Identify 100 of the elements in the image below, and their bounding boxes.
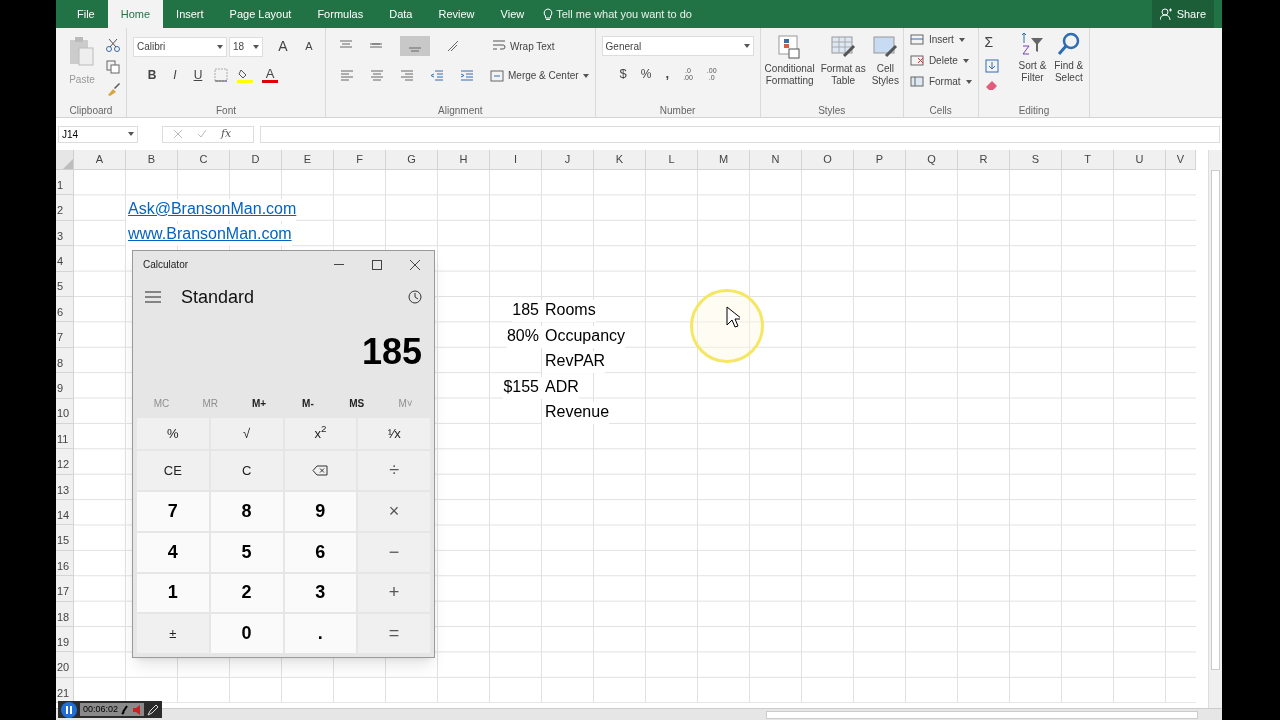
align-left-icon[interactable]: [340, 68, 354, 83]
column-header[interactable]: G: [386, 150, 438, 170]
row-header[interactable]: 18: [56, 601, 74, 628]
underline-button[interactable]: U: [191, 66, 205, 84]
ribbon-tab[interactable]: Home: [107, 0, 164, 28]
name-box[interactable]: J14: [58, 125, 138, 143]
ribbon-button[interactable]: Find & Select: [1054, 32, 1084, 102]
history-icon[interactable]: [408, 290, 422, 304]
ribbon-button[interactable]: Sort & Filter: [1018, 32, 1047, 102]
font-size-field[interactable]: 18: [229, 36, 263, 57]
row-header[interactable]: 5: [56, 271, 74, 297]
row-header[interactable]: 8: [56, 347, 74, 374]
row-header[interactable]: 3: [56, 220, 74, 247]
font-color-button[interactable]: A: [262, 67, 278, 83]
row-header[interactable]: 15: [56, 525, 74, 551]
vertical-scrollbar[interactable]: [1208, 150, 1222, 708]
calculator-key[interactable]: 7: [137, 492, 209, 531]
ribbon-tab[interactable]: Review: [425, 0, 488, 28]
menu-icon[interactable]: [145, 291, 161, 303]
currency-button[interactable]: $: [619, 64, 627, 84]
column-header[interactable]: C: [178, 150, 230, 170]
row-header[interactable]: 4: [56, 246, 74, 272]
tell-me-search[interactable]: Tell me what you want to do: [556, 5, 692, 23]
ribbon-tab[interactable]: Formulas: [304, 0, 377, 28]
cell-link[interactable]: Ask@BransonMan.com: [126, 198, 297, 221]
ribbon-tab[interactable]: View: [487, 0, 538, 28]
column-header[interactable]: U: [1114, 150, 1166, 170]
horizontal-scrollbar[interactable]: [766, 711, 1198, 719]
caret-icon[interactable]: [743, 44, 750, 48]
pause-icon[interactable]: [61, 701, 77, 718]
calculator-key[interactable]: ÷: [358, 451, 430, 490]
fill-color-icon[interactable]: [237, 67, 253, 83]
calculator-key[interactable]: C: [210, 451, 283, 490]
column-header[interactable]: M: [698, 150, 750, 170]
percent-button[interactable]: %: [640, 64, 652, 83]
formula-input[interactable]: [260, 125, 1220, 143]
row-header[interactable]: 20: [56, 652, 74, 678]
align-right-icon[interactable]: [400, 68, 414, 83]
calculator-key[interactable]: 8: [210, 492, 283, 531]
caret-icon[interactable]: [253, 44, 259, 49]
calculator-key[interactable]: +: [358, 573, 430, 613]
row-header[interactable]: 6: [56, 296, 74, 323]
calculator-key[interactable]: ×: [358, 492, 430, 531]
check-icon[interactable]: [197, 129, 207, 139]
row-header[interactable]: 10: [56, 398, 74, 424]
pencil-icon[interactable]: [147, 703, 160, 716]
calculator-key[interactable]: =: [358, 614, 430, 653]
memory-button[interactable]: MS: [332, 395, 382, 411]
memory-button[interactable]: M+: [234, 395, 284, 411]
calculator-key[interactable]: 9: [284, 492, 357, 531]
cancel-icon[interactable]: [173, 129, 183, 139]
shrink-font-button[interactable]: A: [299, 38, 319, 55]
align-center-icon[interactable]: [370, 68, 384, 83]
column-header[interactable]: E: [282, 150, 334, 170]
row-header[interactable]: 17: [56, 576, 74, 602]
column-header[interactable]: R: [958, 150, 1010, 170]
row-header[interactable]: 19: [56, 627, 74, 653]
column-header[interactable]: D: [230, 150, 282, 170]
copy-icon[interactable]: [106, 60, 120, 74]
comma-button[interactable]: ,: [665, 64, 670, 84]
brush-icon[interactable]: [106, 82, 120, 96]
column-header[interactable]: J: [542, 150, 594, 170]
column-header[interactable]: P: [854, 150, 906, 170]
row-header[interactable]: 16: [56, 550, 74, 577]
number-format-field[interactable]: General: [601, 36, 754, 56]
borders-icon[interactable]: [214, 68, 228, 82]
ribbon-tab[interactable]: Insert: [163, 0, 217, 28]
ribbon-button[interactable]: Format: [909, 74, 972, 89]
ribbon-button[interactable]: Cell Styles: [871, 34, 899, 102]
fill-down-icon[interactable]: [984, 59, 999, 73]
caret-icon[interactable]: [962, 58, 969, 63]
row-header[interactable]: 1: [56, 170, 74, 196]
column-header[interactable]: F: [334, 150, 386, 170]
calculator-key[interactable]: √: [210, 418, 283, 450]
column-header[interactable]: S: [1010, 150, 1062, 170]
wrap-text-button[interactable]: Wrap Text: [492, 38, 555, 54]
caret-icon[interactable]: [582, 73, 589, 78]
column-header[interactable]: I: [490, 150, 542, 170]
bold-button[interactable]: B: [145, 66, 159, 84]
calculator-key[interactable]: ¹⁄x: [358, 418, 430, 450]
memory-button[interactable]: M-: [283, 395, 333, 411]
column-header[interactable]: K: [594, 150, 646, 170]
merge-center-button[interactable]: Merge & Center: [490, 68, 589, 83]
calculator-key[interactable]: 1: [137, 573, 209, 613]
column-header[interactable]: H: [438, 150, 490, 170]
calculator-key[interactable]: 0: [210, 614, 283, 653]
calculator-key[interactable]: x$^{2}$: [284, 418, 357, 450]
ribbon-tab[interactable]: Page Layout: [216, 0, 305, 28]
row-header[interactable]: 13: [56, 474, 74, 501]
cell-link[interactable]: www.BransonMan.com: [126, 224, 292, 247]
calculator-key[interactable]: CE: [137, 451, 209, 490]
row-header[interactable]: 7: [56, 322, 74, 348]
row-header[interactable]: 2: [56, 195, 74, 221]
column-header[interactable]: B: [126, 150, 178, 170]
ribbon-button[interactable]: Insert: [909, 32, 972, 47]
row-header[interactable]: 12: [56, 449, 74, 475]
ribbon-button[interactable]: Delete: [909, 53, 972, 68]
calculator-key[interactable]: 6: [284, 532, 357, 572]
row-header[interactable]: 9: [56, 373, 74, 399]
row-header[interactable]: 14: [56, 500, 74, 526]
